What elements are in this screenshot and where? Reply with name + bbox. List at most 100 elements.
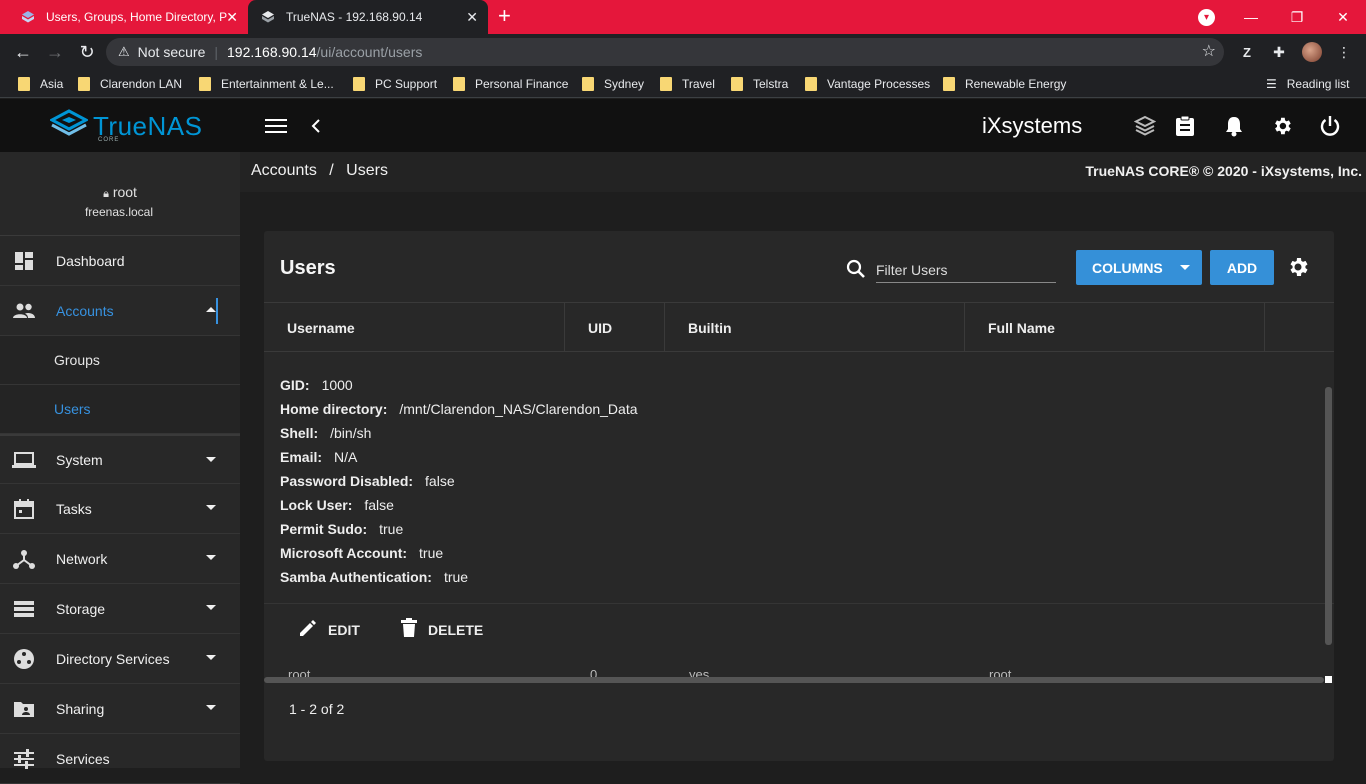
- vertical-scrollbar[interactable]: [1325, 387, 1332, 645]
- extensions-puzzle-icon[interactable]: ✚: [1269, 42, 1289, 62]
- column-header-full-name[interactable]: Full Name: [965, 303, 1265, 352]
- copyright-text: TrueNAS CORE® © 2020 - iXsystems, Inc.: [1085, 163, 1362, 179]
- column-header-builtin[interactable]: Builtin: [665, 303, 965, 352]
- sidebar-item-accounts[interactable]: Accounts: [0, 286, 240, 336]
- back-arrow-icon[interactable]: ←: [8, 34, 38, 70]
- page-header: Accounts / Users TrueNAS CORE® © 2020 - …: [240, 152, 1366, 192]
- columns-button[interactable]: COLUMNS: [1076, 250, 1202, 285]
- table-row[interactable]: root 0 yes root: [264, 663, 1324, 677]
- pagination-range: 1 - 2 of 2: [289, 701, 345, 717]
- folder-icon: [660, 77, 672, 91]
- sidebar-item-directory-services[interactable]: Directory Services: [0, 634, 240, 684]
- close-tab-icon[interactable]: ✕: [226, 9, 238, 26]
- breadcrumb: Accounts / Users: [251, 162, 388, 180]
- breadcrumb-users: Users: [346, 162, 388, 179]
- truenas-logo-icon: [48, 109, 90, 146]
- forward-arrow-icon[interactable]: →: [40, 34, 70, 70]
- sidebar-item-services[interactable]: Services: [0, 734, 240, 784]
- restore-icon[interactable]: ❐: [1274, 0, 1320, 34]
- users-card: Users COLUMNS ADD Username UID Builtin F…: [264, 231, 1334, 761]
- new-tab-plus-icon[interactable]: +: [498, 5, 511, 27]
- sidebar-item-dashboard[interactable]: Dashboard: [0, 236, 240, 286]
- folder-icon: [453, 77, 465, 91]
- bookmarks-bar: Asia Clarendon LAN Entertainment & Le...…: [0, 70, 1366, 98]
- chrome-menu-icon[interactable]: ⋮: [1334, 42, 1354, 62]
- collapse-chevron-left-icon[interactable]: [303, 113, 329, 139]
- bell-notifications-icon[interactable]: [1221, 113, 1247, 139]
- edit-user-button[interactable]: EDIT: [298, 618, 360, 641]
- column-header-uid[interactable]: UID: [565, 303, 665, 352]
- sidebar-item-storage[interactable]: Storage: [0, 584, 240, 634]
- bookmark-folder-vantage[interactable]: Vantage Processes: [805, 70, 930, 98]
- address-bar[interactable]: ⚠ Not secure | 192.168.90.14/ui/account/…: [106, 38, 1224, 66]
- bookmark-folder-clarendon-lan[interactable]: Clarendon LAN: [78, 70, 182, 98]
- detail-email: Email: N/A: [280, 449, 358, 465]
- truenas-favicon-icon: [20, 9, 36, 25]
- security-status: Not secure: [137, 44, 206, 60]
- hostname: freenas.local: [84, 205, 154, 219]
- bookmark-star-icon[interactable]: ☆: [1202, 41, 1216, 61]
- horizontal-scrollbar[interactable]: [264, 677, 1324, 683]
- sidebar-item-system[interactable]: System: [0, 434, 240, 484]
- settings-gear-icon[interactable]: [1269, 113, 1295, 139]
- filter-users-input[interactable]: [876, 257, 1056, 283]
- chevron-down-icon: [206, 705, 216, 710]
- tab-search-icon[interactable]: ▾: [1198, 9, 1215, 26]
- calendar-icon: [12, 497, 36, 521]
- folder-icon: [582, 77, 594, 91]
- table-settings-gear-icon[interactable]: [1286, 255, 1310, 284]
- folder-icon: [78, 77, 90, 91]
- bookmark-folder-renewable[interactable]: Renewable Energy: [943, 70, 1066, 98]
- logo-area[interactable]: TrueNAS CORE: [0, 99, 240, 152]
- close-tab-icon[interactable]: ✕: [466, 9, 478, 26]
- bookmark-folder-personal-finance[interactable]: Personal Finance: [453, 70, 568, 98]
- minimize-icon[interactable]: —: [1228, 0, 1274, 34]
- laptop-icon: [12, 448, 36, 472]
- bookmark-folder-telstra[interactable]: Telstra: [731, 70, 788, 98]
- ixsystems-logo[interactable]: iXsystems: [982, 113, 1082, 139]
- profile-avatar[interactable]: [1302, 42, 1322, 62]
- card-title: Users: [280, 257, 336, 279]
- bookmark-folder-asia[interactable]: Asia: [18, 70, 63, 98]
- reading-list-button[interactable]: ☰ Reading list: [1266, 70, 1349, 98]
- sidebar-item-tasks[interactable]: Tasks: [0, 484, 240, 534]
- detail-microsoft-account: Microsoft Account: true: [280, 545, 444, 561]
- shared-folder-icon: [12, 697, 36, 721]
- network-hub-icon: [12, 547, 36, 571]
- breadcrumb-accounts[interactable]: Accounts: [251, 162, 317, 179]
- detail-password-disabled: Password Disabled: false: [280, 473, 455, 489]
- power-icon[interactable]: [1317, 113, 1343, 139]
- menu-hamburger-icon[interactable]: [263, 113, 289, 139]
- chevron-down-icon: [206, 655, 216, 660]
- chevron-down-icon: [206, 605, 216, 610]
- delete-user-button[interactable]: DELETE: [400, 618, 483, 641]
- reload-icon[interactable]: ↻: [72, 34, 102, 70]
- window-close-icon[interactable]: ✕: [1320, 0, 1366, 34]
- lock-icon: 🔒︎: [103, 188, 109, 200]
- bookmark-folder-travel[interactable]: Travel: [660, 70, 715, 98]
- sidebar-item-network[interactable]: Network: [0, 534, 240, 584]
- zotero-extension-icon[interactable]: Z: [1237, 42, 1257, 62]
- logo-subtext: CORE: [98, 137, 120, 143]
- sidebar-subitem-groups[interactable]: Groups: [0, 336, 240, 385]
- browser-tab-strip: Users, Groups, Home Directory, P ✕ TrueN…: [0, 0, 1366, 34]
- clipboard-tasks-icon[interactable]: [1172, 113, 1198, 139]
- people-icon: [12, 299, 36, 323]
- browser-tab-users-groups[interactable]: Users, Groups, Home Directory, P ✕: [8, 0, 248, 34]
- bookmark-folder-sydney[interactable]: Sydney: [582, 70, 644, 98]
- folder-icon: [805, 77, 817, 91]
- column-header-username[interactable]: Username: [264, 303, 565, 352]
- folder-icon: [18, 77, 30, 91]
- search-icon: [846, 259, 866, 284]
- browser-tab-truenas[interactable]: TrueNAS - 192.168.90.14 ✕: [248, 0, 488, 34]
- sliders-icon: [12, 747, 36, 771]
- directory-services-icon: [12, 647, 36, 671]
- sidebar-item-sharing[interactable]: Sharing: [0, 684, 240, 734]
- sidebar-subitem-users[interactable]: Users: [0, 385, 240, 434]
- truecommand-icon[interactable]: [1132, 113, 1158, 139]
- bookmark-folder-pc-support[interactable]: PC Support: [353, 70, 437, 98]
- bookmark-folder-entertainment[interactable]: Entertainment & Le...: [199, 70, 334, 98]
- warning-triangle-icon: ⚠: [118, 44, 130, 59]
- add-user-button[interactable]: ADD: [1210, 250, 1274, 285]
- table-header: Username UID Builtin Full Name: [264, 302, 1334, 352]
